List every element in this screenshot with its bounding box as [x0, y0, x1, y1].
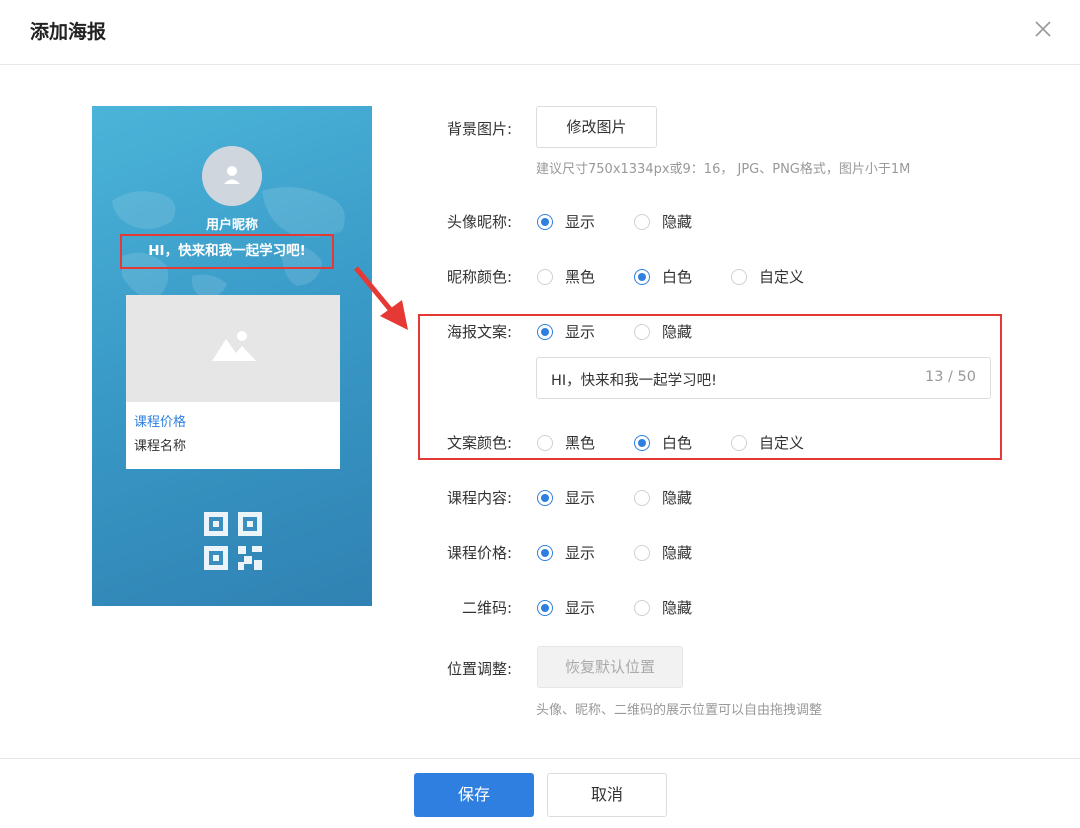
image-icon	[212, 331, 256, 361]
text-color-custom-radio[interactable]: 自定义	[731, 432, 804, 453]
radio-unchecked-icon	[634, 544, 650, 561]
qrcode-icon	[204, 512, 262, 570]
course-content-show-radio[interactable]: 显示	[537, 487, 595, 508]
poster-course-name: 课程名称	[134, 439, 187, 454]
dialog-footer	[0, 758, 1080, 828]
poster-text-show-radio[interactable]: 显示	[537, 321, 595, 342]
radio-label: 隐藏	[662, 323, 693, 341]
course-content-label: 课程内容:	[446, 489, 512, 507]
course-price-show-radio[interactable]: 显示	[537, 542, 595, 563]
avatar-nickname-label: 头像昵称:	[446, 213, 512, 231]
radio-label: 自定义	[759, 268, 805, 286]
radio-label: 白色	[662, 268, 693, 286]
radio-label: 隐藏	[662, 489, 693, 507]
radio-label: 显示	[565, 323, 596, 341]
poster-text-input[interactable]: HI，快来和我一起学习吧! 13 / 50	[536, 357, 991, 399]
course-image-placeholder	[126, 295, 340, 402]
radio-label: 显示	[565, 489, 596, 507]
radio-checked-icon	[537, 489, 553, 506]
radio-checked-icon	[634, 434, 650, 451]
dialog-header: 添加海报	[0, 0, 1080, 65]
poster-avatar[interactable]	[202, 146, 262, 206]
avatar-nickname-hide-radio[interactable]: 隐藏	[634, 211, 692, 232]
nickname-color-black-radio[interactable]: 黑色	[537, 266, 595, 287]
qrcode-label: 二维码:	[461, 599, 512, 617]
radio-label: 自定义	[759, 434, 805, 452]
save-button[interactable]: 保存	[414, 773, 534, 817]
radio-checked-icon	[537, 599, 553, 616]
radio-label: 隐藏	[662, 544, 693, 562]
radio-label: 隐藏	[662, 213, 693, 231]
course-price-label: 课程价格:	[446, 544, 512, 562]
poster-text-label: 海报文案:	[446, 323, 512, 341]
radio-checked-icon	[634, 268, 650, 285]
radio-checked-icon	[537, 544, 553, 561]
close-button[interactable]	[1028, 14, 1058, 44]
poster-text[interactable]: HI，快来和我一起学习吧!	[120, 234, 334, 269]
course-price-hide-radio[interactable]: 隐藏	[634, 542, 692, 563]
dialog-title: 添加海报	[30, 21, 107, 43]
position-hint: 头像、昵称、二维码的展示位置可以自由拖拽调整	[536, 703, 823, 718]
course-content-hide-radio[interactable]: 隐藏	[634, 487, 692, 508]
poster-qrcode[interactable]	[204, 512, 262, 574]
reset-position-button[interactable]: 恢复默认位置	[537, 646, 683, 688]
nickname-color-white-radio[interactable]: 白色	[634, 266, 692, 287]
radio-unchecked-icon	[634, 323, 650, 340]
change-image-button[interactable]: 修改图片	[536, 106, 657, 148]
nickname-color-label: 昵称颜色:	[446, 268, 512, 286]
text-color-white-radio[interactable]: 白色	[634, 432, 692, 453]
radio-label: 黑色	[565, 268, 596, 286]
arrow-icon	[354, 266, 408, 330]
radio-checked-icon	[537, 213, 553, 230]
radio-unchecked-icon	[634, 489, 650, 506]
poster-preview: 用户昵称 HI，快来和我一起学习吧! 课程价格 课程名称	[92, 106, 372, 606]
position-label: 位置调整:	[446, 660, 512, 678]
qrcode-hide-radio[interactable]: 隐藏	[634, 597, 692, 618]
close-icon	[1035, 21, 1051, 37]
radio-label: 显示	[565, 544, 596, 562]
text-color-black-radio[interactable]: 黑色	[537, 432, 595, 453]
radio-label: 白色	[662, 434, 693, 452]
qrcode-show-radio[interactable]: 显示	[537, 597, 595, 618]
radio-unchecked-icon	[731, 268, 747, 285]
poster-course-card: 课程价格 课程名称	[126, 295, 340, 469]
avatar-nickname-show-radio[interactable]: 显示	[537, 211, 595, 232]
poster-text-input-value: HI，快来和我一起学习吧!	[551, 373, 717, 389]
radio-label: 显示	[565, 599, 596, 617]
background-hint: 建议尺寸750x1334px或9：16， JPG、PNG格式，图片小于1M	[536, 162, 911, 177]
radio-label: 黑色	[565, 434, 596, 452]
radio-unchecked-icon	[731, 434, 747, 451]
poster-course-price: 课程价格	[134, 415, 187, 430]
text-color-label: 文案颜色:	[446, 434, 512, 452]
radio-unchecked-icon	[634, 213, 650, 230]
cancel-button[interactable]: 取消	[547, 773, 667, 817]
radio-unchecked-icon	[537, 434, 553, 451]
poster-text-hide-radio[interactable]: 隐藏	[634, 321, 692, 342]
poster-nickname[interactable]: 用户昵称	[92, 214, 372, 233]
nickname-color-custom-radio[interactable]: 自定义	[731, 266, 804, 287]
char-counter: 13 / 50	[924, 369, 976, 385]
radio-unchecked-icon	[537, 268, 553, 285]
user-icon	[224, 166, 240, 184]
background-label: 背景图片:	[446, 120, 512, 138]
radio-label: 显示	[565, 213, 596, 231]
radio-label: 隐藏	[662, 599, 693, 617]
radio-unchecked-icon	[634, 599, 650, 616]
radio-checked-icon	[537, 323, 553, 340]
